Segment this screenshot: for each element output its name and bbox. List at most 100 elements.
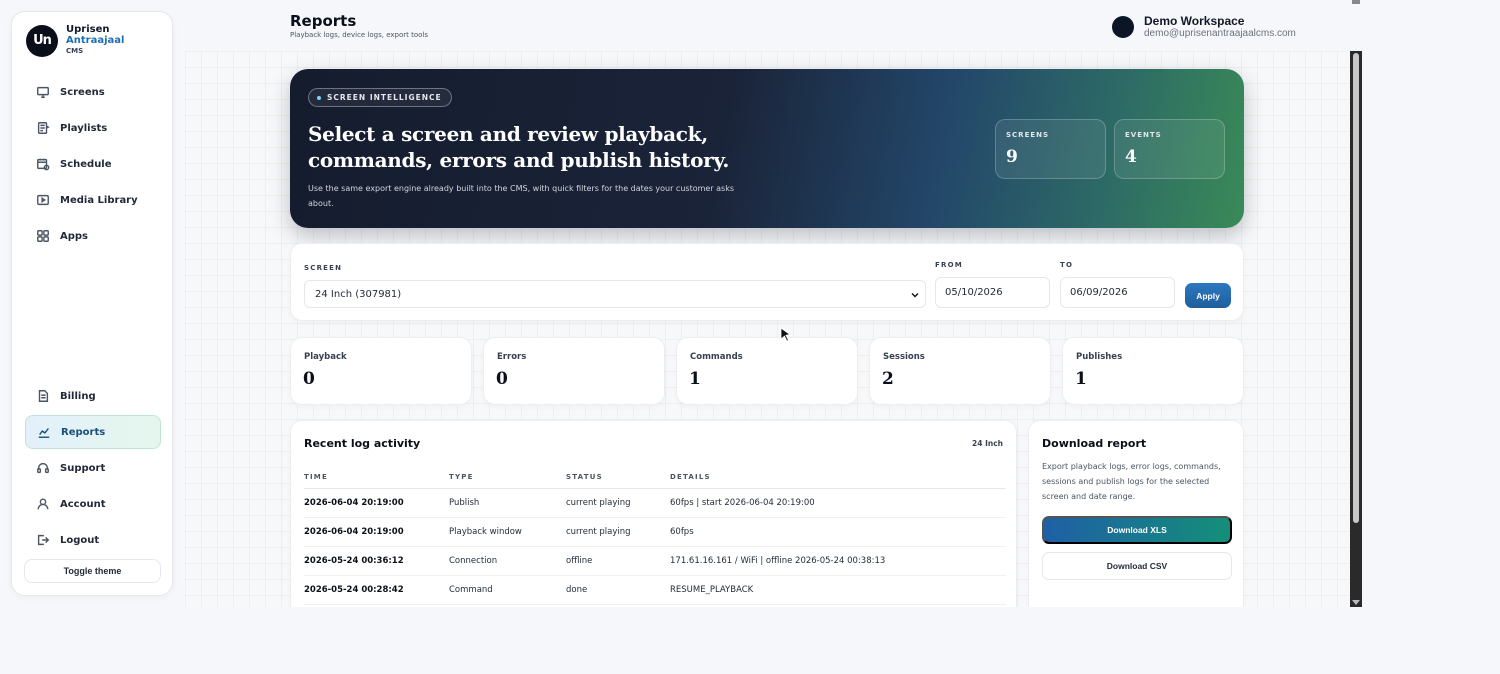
workspace-name: Demo Workspace xyxy=(1144,14,1245,28)
brand-name-line2: Antraajaal xyxy=(66,35,125,46)
download-csv-button[interactable]: Download CSV xyxy=(1042,552,1232,580)
hero-banner: SCREEN INTELLIGENCE Select a screen and … xyxy=(290,69,1244,228)
toggle-theme-button[interactable]: Toggle theme xyxy=(24,559,161,583)
cell-time: 2026-06-04 20:19:00 xyxy=(304,488,449,518)
metric-card-publishes: Publishes 1 xyxy=(1062,337,1244,405)
sidebar-item-label: Reports xyxy=(61,426,106,438)
table-header-row: TIME TYPE STATUS DETAILS xyxy=(304,466,1006,489)
main-content: SCREEN INTELLIGENCE Select a screen and … xyxy=(185,51,1350,607)
column-header: DETAILS xyxy=(670,466,1006,489)
sidebar-item-account[interactable]: Account xyxy=(25,487,161,521)
from-date-input[interactable]: 05/10/2026 xyxy=(935,277,1050,308)
cell-details: RESUME_PLAYBACK xyxy=(670,575,1006,605)
brand-name-line1: Uprisen xyxy=(66,24,110,35)
metric-label: Errors xyxy=(497,352,527,362)
sidebar-item-billing[interactable]: Billing xyxy=(25,379,161,413)
table-row: 2026-05-24 00:28:42 Command done RESUME_… xyxy=(304,575,1006,605)
cell-time: 2026-05-24 00:36:12 xyxy=(304,546,449,576)
workspace-switcher[interactable]: Demo Workspace demo@uprisenantraajaalcms… xyxy=(1112,14,1296,39)
page-subtitle: Playback logs, device logs, export tools xyxy=(290,31,429,39)
cell-status: current playing xyxy=(566,488,670,518)
table-row: 2026-05-24 00:36:12 Connection offline 1… xyxy=(304,546,1006,576)
metric-value: 0 xyxy=(303,369,315,389)
scrollbar-thumb[interactable] xyxy=(1353,53,1359,523)
user-icon xyxy=(37,498,49,510)
screen-select[interactable]: 24 Inch (307981) xyxy=(304,280,926,308)
screen-select-value: 24 Inch (307981) xyxy=(315,288,402,300)
sidebar-nav-bottom: Billing Reports Support Account Logout xyxy=(25,379,161,559)
sidebar-item-label: Account xyxy=(60,498,106,510)
download-description: Export playback logs, error logs, comman… xyxy=(1042,462,1221,501)
sidebar-item-label: Schedule xyxy=(60,158,112,170)
hero-stat-value: 9 xyxy=(1006,147,1018,167)
sidebar-item-reports[interactable]: Reports xyxy=(25,415,161,449)
sidebar-item-screens[interactable]: Screens xyxy=(25,75,161,109)
column-header: STATUS xyxy=(566,466,670,489)
sidebar-item-label: Billing xyxy=(60,390,96,402)
log-table: TIME TYPE STATUS DETAILS 2026-06-04 20:1… xyxy=(304,466,1006,605)
scrollbar-top-marker xyxy=(1352,0,1360,4)
column-header: TIME xyxy=(304,466,449,489)
cell-type: Playback window xyxy=(449,517,566,547)
chevron-down-icon xyxy=(911,293,919,298)
mouse-cursor-icon xyxy=(780,327,791,342)
metric-label: Commands xyxy=(690,352,743,362)
screen-label: SCREEN xyxy=(304,264,343,272)
hero-stat-label: SCREENS xyxy=(1006,131,1050,139)
table-row: 2026-06-04 20:19:00 Publish current play… xyxy=(304,488,1006,518)
to-date-input[interactable]: 06/09/2026 xyxy=(1060,277,1175,308)
log-screen-tag: 24 Inch xyxy=(972,439,1003,448)
sidebar-item-schedule[interactable]: Schedule xyxy=(25,147,161,181)
metric-value: 0 xyxy=(496,369,508,389)
sidebar-item-apps[interactable]: Apps xyxy=(25,219,161,253)
sidebar-item-support[interactable]: Support xyxy=(25,451,161,485)
avatar xyxy=(1112,15,1134,38)
media-icon xyxy=(37,194,49,206)
cell-type: Publish xyxy=(449,488,566,518)
hero-title: Select a screen and review playback, com… xyxy=(308,122,730,172)
chart-icon xyxy=(38,428,50,438)
cell-status: current playing xyxy=(566,517,670,547)
hero-stat-label: EVENTS xyxy=(1125,131,1162,139)
download-title: Download report xyxy=(1042,437,1147,450)
table-row: 2026-06-04 20:19:00 Playback window curr… xyxy=(304,517,1006,547)
brand[interactable]: Un Uprisen Antraajaal CMS xyxy=(26,24,124,57)
apps-icon xyxy=(37,230,49,242)
to-label: TO xyxy=(1060,261,1074,269)
sidebar: Un Uprisen Antraajaal CMS Screens Playli… xyxy=(11,11,173,596)
hero-chip: SCREEN INTELLIGENCE xyxy=(308,88,452,107)
sidebar-item-playlists[interactable]: Playlists xyxy=(25,111,161,145)
download-card: Download report Export playback logs, er… xyxy=(1028,420,1244,607)
sidebar-item-media-library[interactable]: Media Library xyxy=(25,183,161,217)
calendar-icon xyxy=(37,158,50,171)
logout-icon xyxy=(37,534,50,546)
cell-time: 2026-06-04 20:19:00 xyxy=(304,517,449,547)
metric-card-sessions: Sessions 2 xyxy=(869,337,1051,405)
sidebar-item-label: Media Library xyxy=(60,194,138,206)
hero-stat-value: 4 xyxy=(1125,147,1137,167)
metric-label: Publishes xyxy=(1076,352,1123,362)
monitor-icon xyxy=(37,86,49,98)
from-label: FROM xyxy=(935,261,963,269)
sidebar-item-label: Playlists xyxy=(60,122,108,134)
metric-value: 1 xyxy=(689,369,701,389)
headset-icon xyxy=(37,462,49,474)
brand-logo: Un xyxy=(26,24,58,57)
cell-details: 60fps xyxy=(670,517,1006,547)
scrollbar[interactable] xyxy=(1350,51,1362,607)
workspace-email: demo@uprisenantraajaalcms.com xyxy=(1144,28,1296,39)
column-header: TYPE xyxy=(449,466,566,489)
playlist-icon xyxy=(37,122,50,134)
cell-status: done xyxy=(566,575,670,605)
apply-button[interactable]: Apply xyxy=(1185,283,1231,308)
download-xls-button[interactable]: Download XLS xyxy=(1042,516,1232,544)
hero-description: Use the same export engine already built… xyxy=(308,184,735,208)
sidebar-item-label: Support xyxy=(60,462,106,474)
cell-type: Command xyxy=(449,575,566,605)
cell-details: 171.61.16.161 / WiFi | offline 2026-05-2… xyxy=(670,546,1006,576)
brand-name-line3: CMS xyxy=(66,47,84,55)
scroll-down-arrow-icon[interactable] xyxy=(1352,600,1360,605)
sidebar-item-logout[interactable]: Logout xyxy=(25,523,161,557)
metric-label: Playback xyxy=(304,352,347,362)
sidebar-nav-top: Screens Playlists Schedule Media Library… xyxy=(25,75,161,255)
